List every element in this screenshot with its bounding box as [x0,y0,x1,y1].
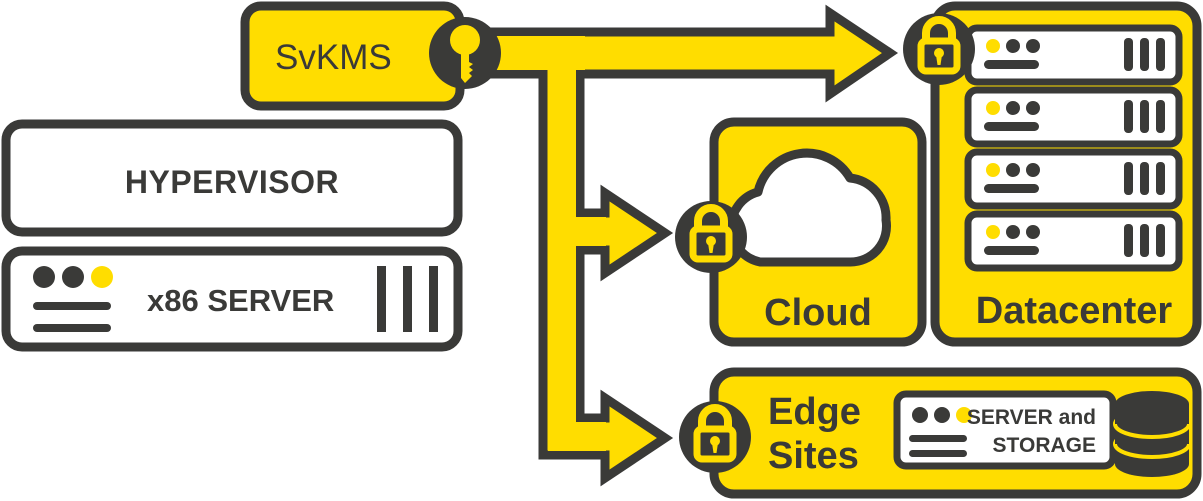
datacenter-server-row [964,24,1183,86]
key-icon [429,17,501,89]
node-svkms[interactable]: SvKMS [240,1,501,111]
x86-status-dots [33,266,113,288]
branch-edge-fill [576,422,606,451]
branch-cloud-fill [576,217,606,246]
datacenter-server-row [964,86,1183,148]
datacenter-label: Datacenter [976,290,1173,332]
hypervisor-label: HYPERVISOR [125,164,339,200]
lock-icon [675,201,747,273]
node-x86-server[interactable]: x86 SERVER [1,246,463,352]
edge-card-label-line2: STORAGE [993,434,1096,457]
spine-fill [548,36,576,451]
edge-server-storage-card: SERVER and STORAGE [893,390,1117,470]
diagram-canvas: SvKMS HYPERVISOR x86 SERVER Cloud Datace… [1,1,1202,499]
architecture-diagram: SvKMS HYPERVISOR x86 SERVER Cloud Datace… [0,0,1203,501]
database-icon [1113,391,1191,477]
cloud-label: Cloud [764,292,872,334]
x86-server-label: x86 SERVER [147,283,334,318]
edge-card-label-line1: SERVER and [967,406,1096,429]
datacenter-server-row [964,210,1183,272]
edge-sites-label-line1: Edge [768,391,861,433]
node-datacenter[interactable]: Datacenter [903,1,1202,347]
lock-icon [679,401,751,473]
lock-icon [903,13,975,85]
edge-sites-label-line2: Sites [768,435,859,477]
svkms-label: SvKMS [275,38,392,77]
node-hypervisor[interactable]: HYPERVISOR [1,119,463,237]
node-cloud[interactable]: Cloud [675,117,927,347]
node-edge-sites[interactable]: Edge Sites SERVER and STORAGE [679,367,1202,499]
datacenter-server-row [964,148,1183,210]
